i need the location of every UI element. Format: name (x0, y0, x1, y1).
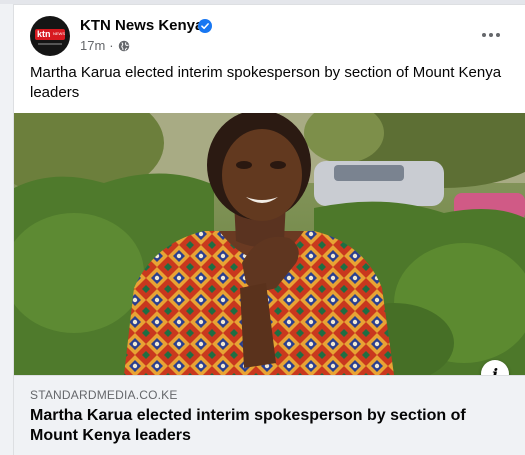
link-title[interactable]: Martha Karua elected interim spokesperso… (30, 406, 510, 446)
verified-badge-icon (198, 19, 212, 33)
post-card: ktn NEWS KTN News Kenya 17m · Martha Kar… (13, 4, 525, 455)
link-preview-image[interactable] (14, 113, 525, 375)
link-preview[interactable]: STANDARDMEDIA.CO.KE Martha Karua elected… (14, 375, 525, 455)
page-avatar[interactable]: ktn NEWS (30, 16, 70, 56)
photo-illustration (14, 113, 525, 375)
link-domain: STANDARDMEDIA.CO.KE (30, 388, 178, 402)
avatar-logo-text: ktn (37, 29, 51, 39)
page-name-link[interactable]: KTN News Kenya (80, 17, 203, 35)
more-options-icon[interactable] (479, 23, 503, 47)
post-timestamp[interactable]: 17m (80, 38, 105, 54)
post-header: ktn NEWS KTN News Kenya 17m · (14, 5, 525, 63)
avatar-logo-underline (38, 43, 62, 45)
post-meta: 17m · (80, 38, 130, 54)
meta-separator: · (109, 38, 114, 53)
globe-icon[interactable] (118, 40, 130, 52)
post-caption: Martha Karua elected interim spokesperso… (30, 64, 502, 101)
avatar-logo-subtext: NEWS (53, 31, 65, 36)
